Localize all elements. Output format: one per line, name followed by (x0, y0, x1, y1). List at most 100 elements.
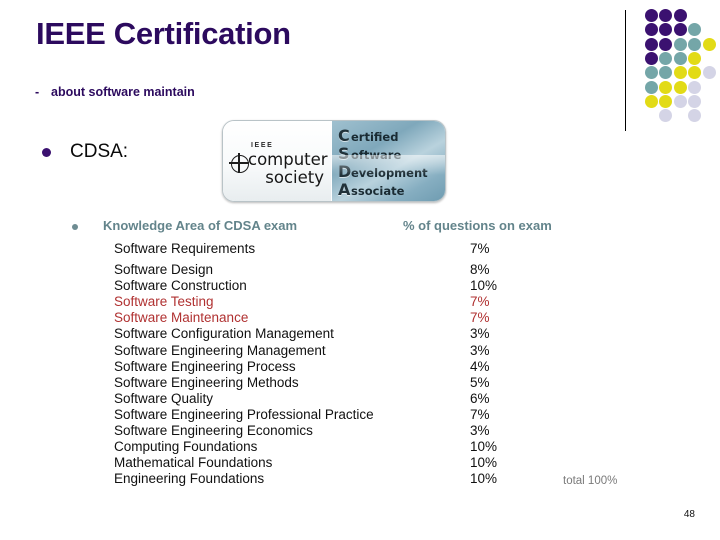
column-header-percent: % of questions on exam (403, 218, 552, 233)
sub-bullet-icon (72, 224, 78, 230)
computer-word: computer (248, 150, 328, 169)
dash-bullet: - (35, 85, 40, 99)
knowledge-area-name: Software Engineering Methods (114, 374, 299, 390)
dot-teal-icon (645, 66, 658, 80)
csda-line: Software (338, 146, 428, 163)
percent-value: 7% (470, 241, 490, 256)
dot-yellow-icon (645, 94, 658, 108)
dot-yellow-icon (673, 66, 687, 80)
knowledge-area-name: Software Engineering Professional Practi… (114, 406, 374, 422)
dot-purple-icon (645, 9, 658, 22)
cdsa-bullet-row: CDSA: (42, 141, 128, 163)
knowledge-area-name: Software Testing (114, 294, 214, 310)
csda-word: evelopment (351, 166, 428, 180)
csda-line: Development (338, 164, 428, 181)
knowledge-area-name: Software Engineering Management (114, 342, 326, 358)
knowledge-area-name: Software Maintenance (114, 310, 249, 326)
dot-purple-icon (659, 37, 673, 51)
csda-wordmark-panel: Certified Software Development Associate (331, 121, 445, 201)
table-row: Mathematical Foundations 10% (0, 455, 720, 471)
dot-yellow-icon (659, 94, 673, 108)
percent-value: 7% (470, 406, 490, 422)
knowledge-area-table: Knowledge Area of CDSA exam % of questio… (0, 218, 720, 487)
csda-logo: IEEE computer society Certified Software D… (222, 120, 446, 202)
dot-purple-icon (645, 23, 658, 37)
table-body: Software Requirements 7% Software Design 8%… (0, 241, 720, 487)
percent-value: 10% (470, 455, 498, 471)
csda-line: Certified (338, 128, 428, 145)
table-row: Computing Foundations 10% (0, 439, 720, 455)
percent-value: 8% (470, 262, 490, 278)
vertical-divider (625, 10, 627, 131)
csda-line: Associate (338, 182, 428, 199)
ieee-computer-society-mark: IEEE computer society (223, 121, 331, 201)
percent-value: 3% (470, 342, 490, 358)
csda-word: oftware (351, 148, 402, 162)
ieee-wordmark: IEEE (251, 142, 274, 149)
percent-value: 10% (470, 439, 498, 455)
knowledge-area-name: Engineering Foundations (114, 471, 265, 487)
page-number: 48 (683, 509, 695, 520)
dot-lavender-icon (688, 109, 702, 123)
csda-capital: S (338, 144, 350, 163)
cdsa-label: CDSA: (70, 141, 129, 162)
knowledge-area-name: Computing Foundations (114, 439, 258, 455)
dot-purple-icon (659, 23, 673, 37)
knowledge-area-name: Software Engineering Process (114, 358, 296, 374)
percent-value: 3% (470, 423, 490, 439)
dot-yellow-icon (702, 37, 716, 51)
dot-yellow-icon (659, 80, 673, 94)
dot-yellow-icon (688, 66, 702, 80)
percent-value: 4% (470, 358, 490, 374)
dot-yellow-icon (673, 80, 687, 94)
dot-yellow-icon (688, 51, 702, 65)
table-row: Software Engineering Process 4% (0, 359, 720, 375)
table-row: Software Configuration Management 3% (0, 326, 720, 342)
dot-lavender-icon (688, 94, 702, 108)
knowledge-area-name: Software Quality (114, 390, 214, 406)
page-title: IEEE Certification (36, 16, 291, 51)
bullet-icon (42, 147, 51, 157)
society-word: society (265, 168, 324, 187)
ieee-globe-icon (229, 153, 249, 173)
table-row: Software Engineering Economics 3% (0, 423, 720, 439)
subtitle-line: - about software maintain (35, 85, 195, 99)
knowledge-area-name: Software Engineering Economics (114, 423, 313, 439)
column-header-knowledge-area: Knowledge Area of CDSA exam (103, 218, 298, 233)
dot-teal-icon (659, 51, 673, 65)
dot-lavender-icon (659, 109, 673, 123)
dot-lavender-icon (702, 66, 716, 80)
percent-value: 5% (470, 374, 490, 390)
dot-teal-icon (688, 37, 702, 51)
table-row: Software Engineering Professional Practi… (0, 407, 720, 423)
table-row: Software Construction 10% (0, 278, 720, 294)
csda-word: ssociate (351, 184, 405, 198)
table-row: Software Quality 6% (0, 391, 720, 407)
knowledge-area-name: Software Requirements (114, 241, 256, 256)
percent-value: 3% (470, 326, 490, 342)
csda-word: ertified (351, 130, 399, 144)
dot-purple-icon (645, 51, 658, 65)
csda-capital: A (338, 180, 351, 199)
csda-lines: Certified Software Development Associate (338, 128, 428, 199)
dot-teal-icon (673, 51, 687, 65)
dot-purple-icon (659, 9, 673, 22)
knowledge-area-name: Software Construction (114, 278, 247, 294)
percent-value: 7% (470, 310, 490, 326)
knowledge-area-name: Software Configuration Management (114, 326, 334, 342)
table-row: Software Engineering Management 3% (0, 343, 720, 359)
csda-capital: C (338, 126, 350, 145)
table-row: Software Engineering Methods 5% (0, 375, 720, 391)
dot-lavender-icon (688, 80, 702, 94)
table-row: Software Design 8% (0, 262, 720, 278)
percent-value: 10% (470, 278, 498, 294)
dot-lavender-icon (673, 94, 687, 108)
knowledge-area-name: Mathematical Foundations (114, 455, 273, 471)
slide: IEEE Certification - about software maint… (0, 0, 720, 540)
percent-value: 10% (470, 471, 498, 487)
knowledge-area-name: Software Design (114, 262, 214, 278)
dot-purple-icon (673, 23, 687, 37)
total-label: total 100% (563, 475, 618, 487)
decorative-dot-grid (645, 9, 717, 124)
table-row: Software Requirements 7% (0, 241, 720, 257)
